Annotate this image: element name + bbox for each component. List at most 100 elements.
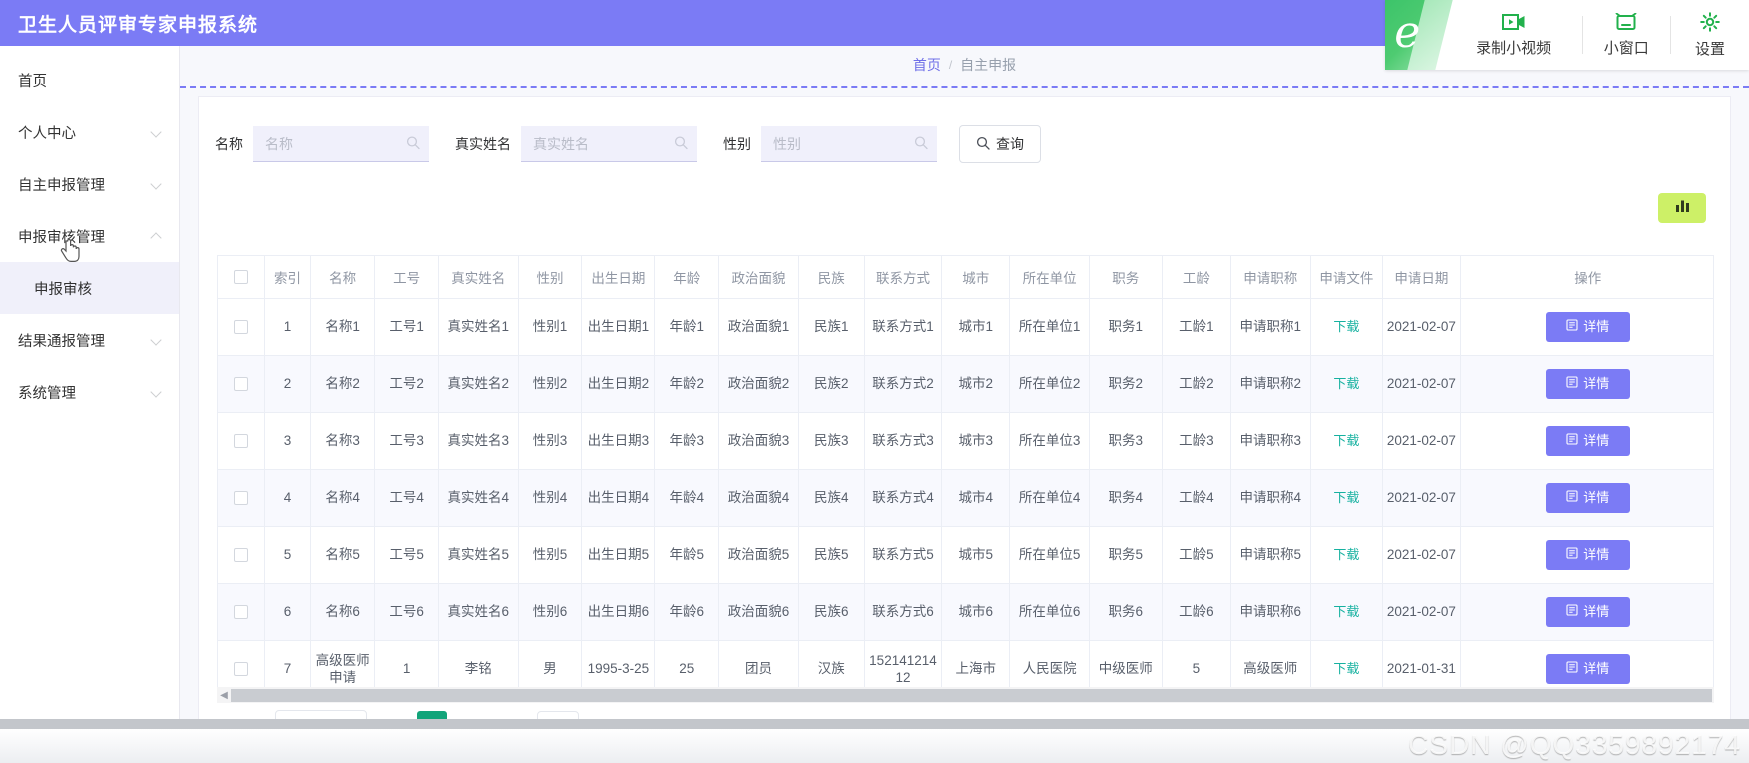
detail-button[interactable]: 详情 [1545,482,1630,513]
real-name-input[interactable]: 真实姓名 [521,126,697,162]
cell-apply-date: 2021-02-07 [1382,526,1461,584]
gender-input[interactable]: 性别 [761,126,937,162]
select-all-checkbox[interactable] [233,270,248,285]
download-link[interactable]: 下载 [1333,547,1359,562]
small-window-icon [1615,12,1637,34]
cell-gender: 性别6 [518,583,583,641]
sidebar-navigation: 首页 个人中心 自主申报管理 申报审核管理 申报审核 结果通报管理 系统管理 [0,46,180,763]
cell-work-id: 工号2 [374,355,440,413]
detail-button-label: 详情 [1583,433,1610,448]
sidebar-item-self-declaration-management[interactable]: 自主申报管理 [0,158,179,210]
cell-nation: 民族2 [798,355,865,413]
cell-name: 高级医师申请 [310,640,376,687]
small-window-button[interactable]: 小窗口 [1582,0,1670,70]
settings-button[interactable]: 设置 [1671,0,1749,70]
table-row: 5 名称5 工号5 真实姓名5 性别5 出生日期5 年龄5 政治面貌5 民族5 联系方式5 城市5 所… [218,526,1713,584]
detail-button[interactable]: 详情 [1545,425,1630,456]
name-input[interactable]: 名称 [253,126,429,162]
table-body: 1 名称1 工号1 真实姓名1 性别1 出生日期1 年龄1 政治面貌1 民族1 联系方式1 城市1 所… [218,298,1713,687]
cell-birth-date: 1995-3-25 [581,640,656,687]
query-button[interactable]: 查询 [959,125,1041,163]
cell-contact: 联系方式1 [864,298,943,356]
cell-seniority: 工龄1 [1162,298,1232,356]
table-row: 3 名称3 工号3 真实姓名3 性别3 出生日期3 年龄3 政治面貌3 民族3 联系方式3 城市3 所… [218,412,1713,470]
cell-seniority: 5 [1162,640,1232,687]
cell-city: 上海市 [941,640,1011,687]
sidebar-item-personal-center[interactable]: 个人中心 [0,106,179,158]
cell-political-status: 政治面貌6 [718,583,799,641]
sidebar-item-declaration-review-management[interactable]: 申报审核管理 [0,210,179,262]
row-select-cell [218,640,265,687]
detail-button[interactable]: 详情 [1545,368,1630,399]
scroll-left-arrow-icon[interactable]: ◀ [217,690,231,701]
detail-button[interactable]: 详情 [1545,311,1630,342]
sidebar-item-result-notification-management[interactable]: 结果通报管理 [0,314,179,366]
cell-unit: 所在单位5 [1009,526,1090,584]
download-link[interactable]: 下载 [1333,376,1359,391]
cell-real-name: 真实姓名6 [438,583,519,641]
document-icon [1566,432,1578,449]
detail-button[interactable]: 详情 [1545,653,1630,684]
col-political-status: 政治面貌 [718,256,799,299]
chart-toggle-button[interactable] [1658,193,1706,223]
cell-post: 职务1 [1089,298,1163,356]
chevron-down-icon [151,126,163,138]
download-link[interactable]: 下载 [1333,490,1359,505]
breadcrumb-home[interactable]: 首页 [913,55,941,75]
record-video-button[interactable]: 录制小视频 [1430,0,1582,70]
row-checkbox[interactable] [233,605,248,620]
row-checkbox[interactable] [233,662,248,677]
download-link[interactable]: 下载 [1333,319,1359,334]
download-link[interactable]: 下载 [1333,604,1359,619]
row-checkbox[interactable] [233,377,248,392]
cell-apply-date: 2021-02-07 [1382,583,1461,641]
row-checkbox[interactable] [233,320,248,335]
scrollbar-thumb[interactable] [231,688,1712,702]
cell-city: 城市5 [941,526,1011,584]
cell-apply-date: 2021-02-07 [1382,412,1461,470]
col-real-name: 真实姓名 [438,256,519,299]
cell-gender: 性别3 [518,412,583,470]
sidebar-item-label: 申报审核 [34,281,92,298]
cell-contact: 15214121412 [864,640,943,687]
cell-apply-date: 2021-02-07 [1382,469,1461,527]
cell-work-id: 工号1 [374,298,440,356]
cell-apply-file: 下载 [1310,298,1384,356]
cell-apply-date: 2021-02-07 [1382,355,1461,413]
cell-operations: 详情 [1460,469,1713,527]
cell-apply-date: 2021-01-31 [1382,640,1461,687]
sidebar-item-system-management[interactable]: 系统管理 [0,366,179,418]
main-content: 首页 / 自主申报 名称 名称 真实姓名 真实姓名 性别 性别 查询 索引 名称… [180,46,1749,763]
cell-political-status: 政治面貌5 [718,526,799,584]
app-title: 卫生人员评审专家申报系统 [18,14,259,36]
download-link[interactable]: 下载 [1333,433,1359,448]
cell-political-status: 政治面貌4 [718,469,799,527]
row-checkbox[interactable] [233,434,248,449]
cell-apply-title: 申请职称6 [1230,583,1311,641]
bar-chart-icon [1675,199,1690,218]
col-city: 城市 [941,256,1011,299]
cell-unit: 所在单位3 [1009,412,1090,470]
col-apply-title: 申请职称 [1230,256,1311,299]
cell-birth-date: 出生日期3 [581,412,656,470]
table-header-row: 索引 名称 工号 真实姓名 性别 出生日期 年龄 政治面貌 民族 联系方式 城市… [218,256,1713,299]
download-link[interactable]: 下载 [1333,661,1359,676]
cell-seniority: 工龄6 [1162,583,1232,641]
row-checkbox[interactable] [233,548,248,563]
detail-button[interactable]: 详情 [1545,539,1630,570]
table-horizontal-scrollbar[interactable]: ◀ [217,687,1714,703]
divider-dashed [180,86,1749,88]
sidebar-item-home[interactable]: 首页 [0,54,179,106]
cell-contact: 联系方式2 [864,355,943,413]
row-select-cell [218,412,265,470]
col-unit: 所在单位 [1009,256,1090,299]
detail-button[interactable]: 详情 [1545,596,1630,627]
cell-operations: 详情 [1460,412,1713,470]
document-icon [1566,660,1578,677]
cell-seniority: 工龄2 [1162,355,1232,413]
cell-name: 名称1 [310,298,376,356]
col-contact: 联系方式 [864,256,943,299]
name-filter-label: 名称 [215,136,243,152]
sidebar-item-declaration-review[interactable]: 申报审核 [0,262,179,314]
row-checkbox[interactable] [233,491,248,506]
